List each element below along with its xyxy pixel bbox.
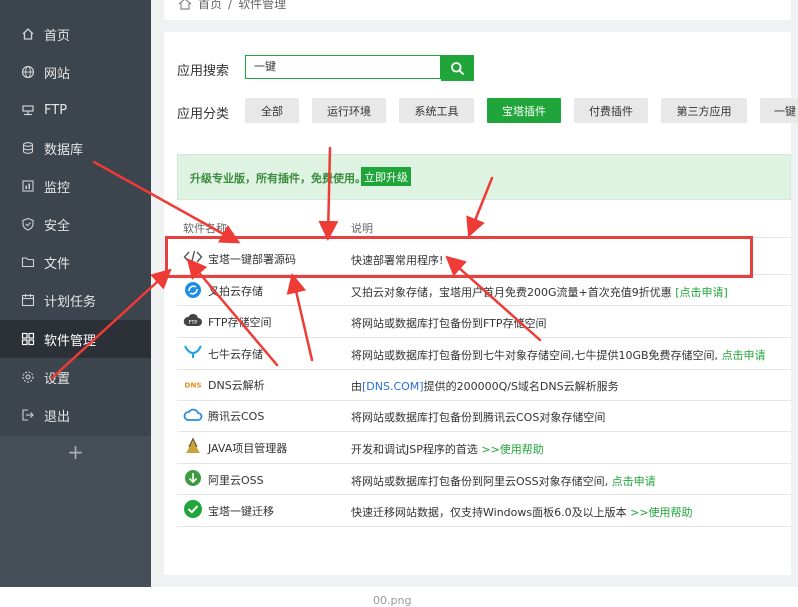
sidebar-item-settings[interactable]: 设置 bbox=[0, 358, 151, 396]
upgrade-text: 升级专业版，所有插件，免费使用。 bbox=[190, 172, 366, 185]
category-paid-plugins[interactable]: 付费插件 bbox=[574, 98, 648, 123]
add-menu-button[interactable]: + bbox=[0, 437, 151, 467]
row-divider bbox=[177, 400, 791, 401]
svg-text:FTP: FTP bbox=[189, 320, 198, 326]
row-divider bbox=[177, 369, 791, 370]
image-caption: 00.png bbox=[373, 594, 412, 607]
folder-icon bbox=[21, 255, 35, 269]
row-divider bbox=[177, 305, 791, 306]
table-row-desc: 将网站或数据库打包备份到腾讯云COS对象存储空间 bbox=[351, 411, 606, 424]
sidebar-item-label: FTP bbox=[44, 102, 68, 118]
table-row-name[interactable]: 宝塔一键迁移 bbox=[208, 503, 274, 519]
sidebar-item-monitor[interactable]: 监控 bbox=[0, 167, 151, 205]
table-row-desc: 将网站或数据库打包备份到七牛对象存储空间,七牛提供10GB免费存储空间, 点击申… bbox=[351, 349, 766, 362]
row-divider bbox=[177, 431, 791, 432]
table-row-name[interactable]: 腾讯云COS bbox=[208, 408, 264, 424]
dns-icon: DNS bbox=[183, 374, 203, 394]
grid-icon bbox=[21, 332, 35, 346]
sidebar-item-label: 安全 bbox=[44, 218, 71, 234]
category-third-party[interactable]: 第三方应用 bbox=[661, 98, 747, 123]
help-link[interactable]: >>使用帮助 bbox=[630, 506, 692, 519]
sidebar-item-home[interactable]: 首页 bbox=[0, 15, 151, 53]
logout-icon bbox=[21, 408, 35, 422]
row-divider bbox=[177, 337, 791, 338]
breadcrumb-home[interactable]: 首页 bbox=[198, 0, 222, 12]
aliyun-oss-icon bbox=[183, 468, 203, 488]
sidebar-item-label: 文件 bbox=[44, 256, 71, 272]
row-divider bbox=[177, 494, 791, 495]
table-row-desc: 快速迁移网站数据，仅支持Windows面板6.0及以上版本 >>使用帮助 bbox=[351, 506, 693, 519]
java-icon bbox=[183, 436, 203, 456]
upgrade-button[interactable]: 立即升级 bbox=[361, 167, 411, 186]
check-circle-icon bbox=[183, 499, 203, 519]
globe-icon bbox=[21, 65, 35, 79]
dns-com-link[interactable]: [DNS.COM] bbox=[362, 380, 424, 393]
sidebar-item-logout[interactable]: 退出 bbox=[0, 396, 151, 434]
sidebar-item-label: 计划任务 bbox=[44, 294, 97, 310]
sidebar-item-cron[interactable]: 计划任务 bbox=[0, 281, 151, 319]
gear-icon bbox=[21, 370, 35, 384]
sidebar-item-label: 设置 bbox=[44, 371, 71, 387]
category-runtime[interactable]: 运行环境 bbox=[312, 98, 386, 123]
table-row-name[interactable]: 七牛云存储 bbox=[208, 346, 263, 362]
sidebar-item-ftp[interactable]: FTP bbox=[0, 91, 151, 129]
cloud-ftp-icon: FTP bbox=[183, 310, 203, 330]
ftp-icon bbox=[21, 103, 35, 117]
sidebar-item-label: 数据库 bbox=[44, 142, 84, 158]
category-label: 应用分类 bbox=[177, 107, 230, 122]
search-label: 应用搜索 bbox=[177, 64, 230, 79]
row-divider bbox=[177, 526, 791, 527]
apply-link[interactable]: 点击申请 bbox=[722, 349, 766, 362]
breadcrumb-separator: / bbox=[228, 0, 233, 11]
database-icon bbox=[21, 141, 35, 155]
table-row-desc: 将网站或数据库打包备份到FTP存储空间 bbox=[351, 317, 547, 330]
search-button[interactable] bbox=[441, 55, 474, 81]
apply-link[interactable]: 点击申请 bbox=[612, 475, 656, 488]
home-icon bbox=[21, 27, 35, 41]
row-divider bbox=[177, 463, 791, 464]
shield-icon bbox=[21, 217, 35, 231]
column-header-desc: 说明 bbox=[351, 222, 373, 235]
sidebar-item-database[interactable]: 数据库 bbox=[0, 129, 151, 167]
upyun-icon bbox=[183, 280, 203, 300]
sidebar-item-website[interactable]: 网站 bbox=[0, 53, 151, 91]
monitor-icon bbox=[21, 179, 35, 193]
table-row-name[interactable]: FTP存储空间 bbox=[208, 314, 272, 330]
home-icon bbox=[178, 0, 192, 10]
qiniu-icon bbox=[183, 342, 203, 362]
category-bt-plugins[interactable]: 宝塔插件 bbox=[487, 98, 561, 123]
table-row-desc: 由[DNS.COM]提供的200000Q/S域名DNS云解析服务 bbox=[351, 380, 619, 393]
sidebar-item-label: 监控 bbox=[44, 180, 71, 196]
table-row-name[interactable]: JAVA项目管理器 bbox=[208, 440, 287, 456]
search-input[interactable]: 一键 bbox=[245, 55, 441, 79]
table-row-name[interactable]: 阿里云OSS bbox=[208, 472, 264, 488]
column-header-name: 软件名称 bbox=[183, 222, 227, 235]
apply-link[interactable]: [点击申请] bbox=[675, 286, 728, 299]
highlight-box bbox=[165, 236, 753, 278]
table-row-desc: 又拍云对象存储，宝塔用户首月免费200G流量+首次充值9折优惠 [点击申请] bbox=[351, 286, 728, 299]
table-row-desc: 将网站或数据库打包备份到阿里云OSS对象存储空间, 点击申请 bbox=[351, 475, 656, 488]
sidebar-item-files[interactable]: 文件 bbox=[0, 243, 151, 281]
tencent-cloud-icon bbox=[183, 405, 203, 425]
sidebar-item-label: 软件管理 bbox=[44, 333, 97, 349]
table-row-desc: 开发和调试JSP程序的首选 >>使用帮助 bbox=[351, 443, 544, 456]
sidebar-item-label: 网站 bbox=[44, 66, 71, 82]
sidebar-item-label: 退出 bbox=[44, 409, 71, 425]
breadcrumb-current: 软件管理 bbox=[238, 0, 287, 11]
category-all[interactable]: 全部 bbox=[245, 98, 299, 123]
svg-text:DNS: DNS bbox=[184, 381, 201, 390]
table-row-name[interactable]: DNS云解析 bbox=[208, 377, 265, 393]
breadcrumb: 首页 / 软件管理 bbox=[178, 0, 286, 12]
help-link[interactable]: >>使用帮助 bbox=[481, 443, 543, 456]
category-system-tools[interactable]: 系统工具 bbox=[399, 98, 474, 123]
sidebar-item-security[interactable]: 安全 bbox=[0, 205, 151, 243]
table-row-name[interactable]: 又拍云存储 bbox=[208, 283, 263, 299]
search-icon bbox=[451, 61, 465, 75]
sidebar-item-label: 首页 bbox=[44, 28, 71, 44]
calendar-icon bbox=[21, 293, 35, 307]
category-one-click[interactable]: 一键 bbox=[760, 98, 798, 123]
sidebar-item-software[interactable]: 软件管理 bbox=[0, 320, 151, 358]
